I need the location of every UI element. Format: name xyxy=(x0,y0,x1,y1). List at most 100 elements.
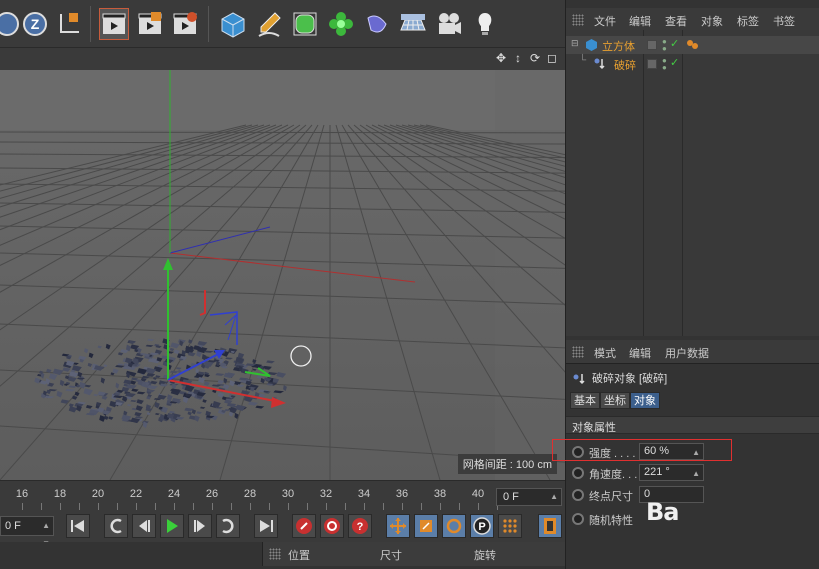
object-list[interactable]: ⊟ 立方体 ● ● ✓ └ 破碎 ● ● ✓ xyxy=(566,30,819,336)
menu-edit[interactable]: 编辑 xyxy=(629,345,651,361)
go-to-end-icon xyxy=(260,520,273,532)
animate-radio[interactable] xyxy=(572,513,584,525)
layer-checkbox[interactable] xyxy=(647,59,657,69)
viewport[interactable]: ✥ ↕ ⟳ ◻ 网格间距: 100 cm xyxy=(0,48,565,480)
timeline-tick-mark xyxy=(136,503,137,510)
x-axis-lock-icon[interactable] xyxy=(0,8,22,40)
z-axis-lock-icon[interactable]: Z xyxy=(20,8,50,40)
render-settings-icon[interactable] xyxy=(170,8,200,40)
rotation-track-button[interactable] xyxy=(442,514,466,538)
render-active-view-icon[interactable] xyxy=(99,8,129,40)
render-picture-viewer-icon[interactable] xyxy=(135,8,165,40)
previous-key-button[interactable] xyxy=(104,514,128,538)
go-to-start-button[interactable] xyxy=(66,514,90,538)
timeline-tick-mark xyxy=(231,503,232,510)
timeline-tick-mark xyxy=(155,503,156,510)
viewport-canvas[interactable] xyxy=(0,70,565,480)
cube-icon[interactable] xyxy=(218,8,248,40)
object-name-shatter[interactable]: 破碎 xyxy=(614,57,636,73)
timeline-tick-mark xyxy=(117,503,118,510)
coordinate-system-icon[interactable] xyxy=(54,8,84,40)
object-row-shatter[interactable]: └ 破碎 ● ● ✓ xyxy=(566,55,819,73)
go-to-end-button[interactable] xyxy=(254,514,278,538)
keyframe-selection-button[interactable]: ? xyxy=(348,514,372,538)
parameter-track-button[interactable]: P xyxy=(470,514,494,538)
rotate-view-icon[interactable]: ⟳ xyxy=(528,51,542,65)
timeline-tick-mark xyxy=(79,503,80,510)
panel-grip-icon[interactable] xyxy=(572,346,584,358)
previous-frame-button[interactable] xyxy=(132,514,156,538)
timeline-tick-mark xyxy=(269,503,270,510)
light-icon[interactable] xyxy=(470,8,500,40)
enabled-check-icon[interactable]: ✓ xyxy=(670,56,679,69)
menu-tags[interactable]: 标签 xyxy=(737,13,759,29)
object-properties-section: 对象属性 xyxy=(566,416,819,434)
film-strip-icon xyxy=(544,518,556,534)
record-key-button[interactable] xyxy=(292,514,316,538)
timeline-tick-mark xyxy=(421,503,422,510)
next-key-button[interactable] xyxy=(216,514,240,538)
cube-object-icon xyxy=(586,39,597,51)
pen-icon[interactable] xyxy=(254,8,284,40)
tab-object[interactable]: 对象 xyxy=(630,392,660,409)
right-panel: 文件 编辑 查看 对象 标签 书签 ⊟ 立方体 ●● ✓ └ 破碎 ●● ✓ xyxy=(552,0,819,569)
menu-view[interactable]: 查看 xyxy=(665,13,687,29)
layer-checkbox[interactable] xyxy=(647,40,657,50)
panel-grip-icon[interactable] xyxy=(572,14,584,26)
tree-collapse-icon[interactable]: ⊟ xyxy=(571,38,579,49)
column-divider xyxy=(643,30,644,336)
timeline-ruler[interactable]: 16 18 20 22 24 26 28 30 32 34 36 38 40 0 F▲▼ xyxy=(0,480,565,517)
animate-radio[interactable] xyxy=(572,489,584,501)
visibility-dots-icon[interactable]: ● ● xyxy=(662,57,667,72)
object-name-cube[interactable]: 立方体 xyxy=(602,38,635,54)
shatter-object-icon xyxy=(573,374,585,385)
enabled-check-icon[interactable]: ✓ xyxy=(670,37,679,50)
auto-key-button[interactable] xyxy=(320,514,344,538)
object-row-cube[interactable]: ⊟ 立方体 ● ● ✓ xyxy=(566,36,819,54)
floor-icon[interactable] xyxy=(398,8,428,40)
panel-grip-icon[interactable] xyxy=(269,548,281,560)
angular-velocity-field[interactable]: 221 °▲▼ xyxy=(639,464,704,493)
play-forward-button[interactable] xyxy=(160,514,184,538)
parameter-icon: P xyxy=(473,517,491,535)
timeline-tick-label: 16 xyxy=(15,488,29,500)
menu-edit[interactable]: 编辑 xyxy=(629,13,651,29)
timeline-tick-label: 22 xyxy=(129,488,143,500)
move-view-icon[interactable]: ✥ xyxy=(494,51,508,65)
menu-file[interactable]: 文件 xyxy=(594,13,616,29)
menu-user-data[interactable]: 用户数据 xyxy=(665,345,709,361)
timeline-tick-label: 40 xyxy=(471,488,485,500)
timeline-tick-mark xyxy=(174,503,175,510)
next-frame-button[interactable] xyxy=(188,514,212,538)
visibility-dots-icon[interactable]: ● ● xyxy=(662,38,667,53)
end-frame-field[interactable]: 0 F▲▼ xyxy=(496,488,562,517)
previous-frame-icon xyxy=(139,520,150,532)
tab-basic[interactable]: 基本 xyxy=(570,392,600,409)
scale-track-button[interactable] xyxy=(414,514,438,538)
cloner-icon[interactable] xyxy=(326,8,356,40)
point-level-button[interactable] xyxy=(498,514,522,538)
start-frame-field[interactable]: 0 F▲▼ xyxy=(0,516,54,548)
timeline-tick-mark xyxy=(402,503,403,510)
tab-coordinates[interactable]: 坐标 xyxy=(600,392,630,409)
subdivision-icon[interactable] xyxy=(290,8,320,40)
toggle-view-icon[interactable]: ◻ xyxy=(545,51,559,65)
timeline-window-button[interactable] xyxy=(538,514,562,538)
menu-objects[interactable]: 对象 xyxy=(701,13,723,29)
position-track-button[interactable] xyxy=(386,514,410,538)
dots-grid-icon xyxy=(503,519,517,533)
timeline-tick-mark xyxy=(440,503,441,510)
menu-mode[interactable]: 模式 xyxy=(594,345,616,361)
zoom-view-icon[interactable]: ↕ xyxy=(511,51,525,65)
menu-bookmarks[interactable]: 书签 xyxy=(773,13,795,29)
transport-bar: 0 F▲▼ ? P xyxy=(0,510,565,548)
deformer-icon[interactable] xyxy=(362,8,392,40)
timeline-tick-mark xyxy=(478,503,479,510)
animate-radio[interactable] xyxy=(572,467,584,479)
timeline-tick-label: 34 xyxy=(357,488,371,500)
tag-icon[interactable] xyxy=(686,39,700,51)
camera-icon[interactable] xyxy=(434,8,464,40)
coordinates-header: 位置 尺寸 旋转 xyxy=(262,542,565,566)
prop-angular-velocity: 角速度. . . 221 °▲▼ xyxy=(566,463,819,493)
timeline-tick-mark xyxy=(307,503,308,510)
